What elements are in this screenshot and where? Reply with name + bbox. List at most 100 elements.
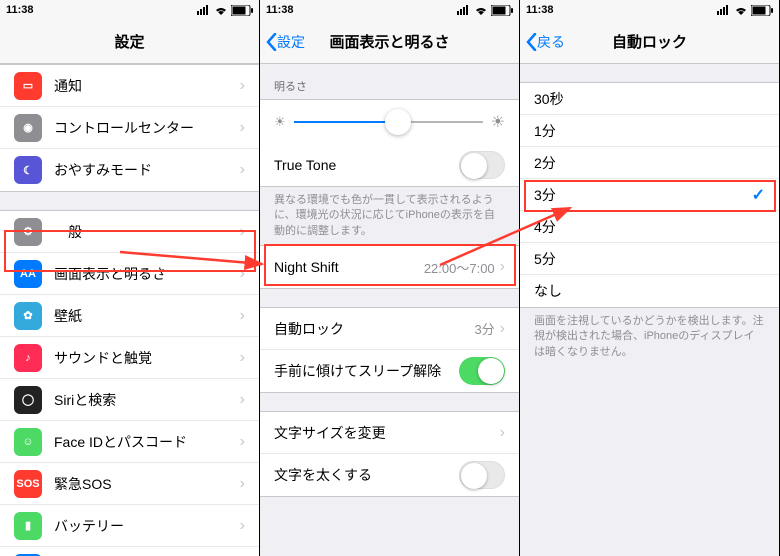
status-bar: 11:38 (0, 0, 259, 20)
nav-bar: 設定 (0, 20, 259, 64)
status-icons (197, 5, 253, 16)
settings-row[interactable]: ♪ サウンドと触覚 › (0, 337, 259, 379)
raise-toggle[interactable] (459, 357, 505, 385)
settings-row[interactable]: ⚙一般› (0, 211, 259, 253)
row-label: バッテリー (54, 516, 235, 536)
option-label: 5分 (534, 249, 765, 269)
chevron-right-icon: › (240, 77, 245, 95)
autolock-option[interactable]: 2分 (520, 147, 779, 179)
chevron-right-icon: › (240, 349, 245, 367)
autolock-option[interactable]: 30秒 (520, 83, 779, 115)
textsize-row[interactable]: 文字サイズを変更 › (260, 412, 519, 454)
bold-label: 文字を太くする (274, 465, 459, 485)
status-bar: 11:38 (260, 0, 519, 20)
settings-row[interactable]: AA画面表示と明るさ› (0, 253, 259, 295)
status-time: 11:38 (6, 4, 34, 16)
nightshift-label: Night Shift (274, 259, 424, 275)
truetone-label: True Tone (274, 157, 459, 173)
flower-icon: ✿ (14, 302, 42, 330)
status-time: 11:38 (526, 4, 554, 16)
autolock-options: 30秒 1分 2分 3分✓ 4分 5分なし (520, 82, 779, 308)
brightness-slider[interactable] (294, 121, 483, 123)
option-label: なし (534, 281, 765, 301)
text-group: 文字サイズを変更 › 文字を太くする (260, 411, 519, 497)
row-label: おやすみモード (54, 160, 235, 180)
settings-row[interactable]: ☺Face IDとパスコード› (0, 421, 259, 463)
settings-row[interactable]: ▮ バッテリー › (0, 505, 259, 547)
settings-row[interactable]: SOS 緊急SOS › (0, 463, 259, 505)
status-icons (457, 5, 513, 16)
back-label: 設定 (277, 32, 305, 52)
status-icons (717, 5, 773, 16)
autolock-note: 画面を注視しているかどうかを検出します。注視が検出された場合、iPhoneのディ… (520, 308, 779, 366)
autolock-value: 3分 (474, 319, 494, 338)
brightness-header: 明るさ (260, 64, 519, 99)
autolock-row[interactable]: 自動ロック 3分 › (260, 308, 519, 350)
autolock-option[interactable]: 3分✓ (520, 179, 779, 211)
autolock-group: 自動ロック 3分 › 手前に傾けてスリープ解除 (260, 307, 519, 393)
option-label: 1分 (534, 121, 765, 141)
row-label: サウンドと触覚 (54, 348, 235, 368)
nightshift-value: 22:00〜7:00 (424, 258, 495, 277)
sound-icon: ♪ (14, 344, 42, 372)
back-label: 戻る (537, 32, 565, 52)
autolock-screen: 11:38 戻る 自動ロック 30秒1分2分3分✓4分5分なし 画面を注視してい… (520, 0, 780, 556)
autolock-option[interactable]: 4分 (520, 211, 779, 243)
settings-screen: 11:38 設定 ▭通知›◉コントロールセンター›☾おやすみモード›⚙一般›AA… (0, 0, 260, 556)
notif-icon: ▭ (14, 72, 42, 100)
gear-icon: ⚙ (14, 218, 42, 246)
bold-toggle[interactable] (459, 461, 505, 489)
settings-row[interactable]: ▭通知› (0, 65, 259, 107)
back-button[interactable]: 設定 (266, 32, 305, 52)
chevron-right-icon: › (240, 265, 245, 283)
chevron-right-icon: › (500, 258, 505, 276)
battery-icon: ▮ (14, 512, 42, 540)
row-label: Face IDとパスコード (54, 432, 235, 452)
status-time: 11:38 (266, 4, 294, 16)
settings-list: ▭通知›◉コントロールセンター›☾おやすみモード›⚙一般›AA画面表示と明るさ›… (0, 64, 259, 556)
raise-to-wake-row: 手前に傾けてスリープ解除 (260, 350, 519, 392)
display-brightness-screen: 11:38 設定 画面表示と明るさ 明るさ ☀ ☀ True Tone 異なる環… (260, 0, 520, 556)
textsize-label: 文字サイズを変更 (274, 423, 495, 443)
truetone-note: 異なる環境でも色が一貫して表示されるように、環境光の状況に応じてiPhoneの表… (260, 187, 519, 245)
nav-title: 設定 (0, 31, 259, 52)
truetone-row: True Tone (260, 144, 519, 186)
face-icon: ☺ (14, 428, 42, 456)
chevron-right-icon: › (240, 119, 245, 137)
nightshift-row[interactable]: Night Shift 22:00〜7:00 › (260, 246, 519, 288)
chevron-left-icon (526, 33, 537, 51)
chevron-right-icon: › (240, 517, 245, 535)
sos-icon: SOS (14, 470, 42, 498)
autolock-option[interactable]: なし (520, 275, 779, 307)
option-label: 2分 (534, 153, 765, 173)
settings-row[interactable]: ✿壁紙› (0, 295, 259, 337)
moon-icon: ☾ (14, 156, 42, 184)
settings-row[interactable]: ◯Siriと検索› (0, 379, 259, 421)
autolock-option[interactable]: 1分 (520, 115, 779, 147)
checkmark-icon: ✓ (752, 185, 765, 205)
option-label: 3分 (534, 185, 752, 205)
boldtext-row: 文字を太くする (260, 454, 519, 496)
row-label: 緊急SOS (54, 474, 235, 494)
brightness-slider-row: ☀ ☀ (260, 100, 519, 144)
chevron-right-icon: › (500, 424, 505, 442)
settings-row[interactable]: ◉コントロールセンター› (0, 107, 259, 149)
truetone-toggle[interactable] (459, 151, 505, 179)
status-bar: 11:38 (520, 0, 779, 20)
settings-group: ▭通知›◉コントロールセンター› ☾ おやすみモード › (0, 64, 259, 192)
row-label: Siriと検索 (54, 390, 235, 410)
slider-thumb[interactable] (385, 109, 411, 135)
settings-row[interactable]: ✋プライバシー› (0, 547, 259, 556)
chevron-right-icon: › (240, 475, 245, 493)
settings-row[interactable]: ☾おやすみモード› (0, 149, 259, 191)
back-button[interactable]: 戻る (526, 32, 565, 52)
control-icon: ◉ (14, 114, 42, 142)
option-label: 30秒 (534, 89, 765, 109)
option-label: 4分 (534, 217, 765, 237)
nightshift-group: Night Shift 22:00〜7:00 › (260, 245, 519, 289)
autolock-option[interactable]: 5分 (520, 243, 779, 275)
sun-small-icon: ☀ (274, 114, 286, 130)
nav-bar: 設定 画面表示と明るさ (260, 20, 519, 64)
row-label: 画面表示と明るさ (54, 264, 235, 284)
row-label: 一般 (54, 222, 235, 242)
